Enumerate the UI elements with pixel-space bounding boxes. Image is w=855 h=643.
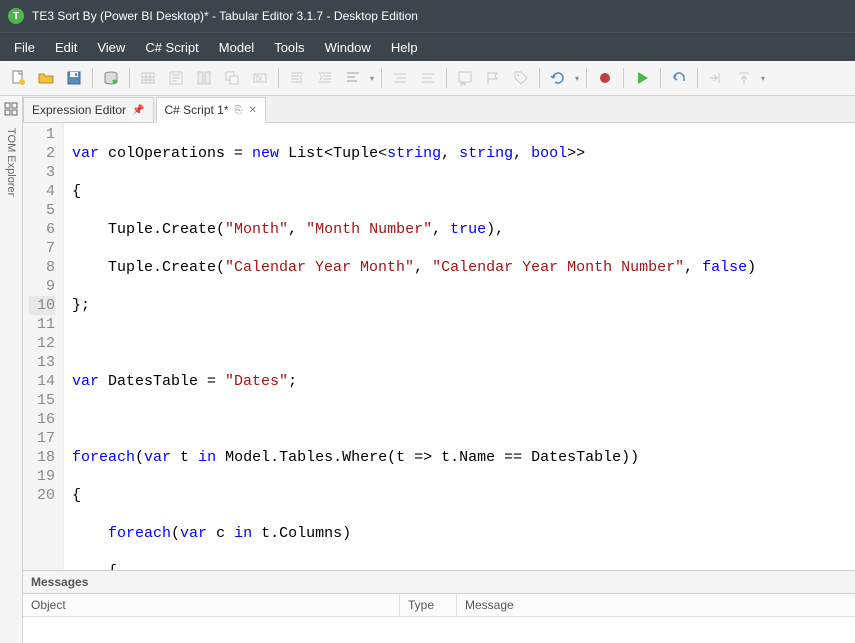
script-button[interactable] (162, 64, 190, 92)
menu-tools[interactable]: Tools (264, 36, 314, 59)
menu-model[interactable]: Model (209, 36, 264, 59)
menu-cscript[interactable]: C# Script (135, 36, 208, 59)
step-dropdown[interactable]: ▾ (758, 74, 768, 83)
toolbar: fx ▾ ▾ ▾ (0, 61, 855, 96)
bookmark-button[interactable] (451, 64, 479, 92)
explorer-icon[interactable] (4, 102, 18, 116)
app-logo-icon: T (8, 8, 24, 24)
menu-help[interactable]: Help (381, 36, 428, 59)
copy-button[interactable] (218, 64, 246, 92)
close-icon[interactable]: ✕ (249, 105, 257, 116)
col-type[interactable]: Type (400, 594, 457, 616)
pin-icon[interactable]: ⎘ (235, 105, 243, 116)
messages-body (23, 617, 855, 643)
menu-view[interactable]: View (87, 36, 135, 59)
menu-file[interactable]: File (4, 36, 45, 59)
new-button[interactable] (4, 64, 32, 92)
side-panel: TOM Explorer (0, 96, 23, 643)
messages-panel: Messages Object Type Message (23, 570, 855, 643)
pivot-button[interactable] (190, 64, 218, 92)
refresh-dropdown[interactable]: ▾ (572, 74, 582, 83)
messages-columns: Object Type Message (23, 594, 855, 617)
editor-area: Expression Editor 📌 C# Script 1* ⎘ ✕ 123… (23, 96, 855, 643)
tab-strip: Expression Editor 📌 C# Script 1* ⎘ ✕ (23, 96, 855, 123)
window-title: TE3 Sort By (Power BI Desktop)* - Tabula… (32, 9, 418, 23)
outdent-button[interactable] (283, 64, 311, 92)
tab-expression-editor[interactable]: Expression Editor 📌 (23, 97, 154, 122)
comment-button[interactable] (386, 64, 414, 92)
flag-button[interactable] (479, 64, 507, 92)
menu-window[interactable]: Window (315, 36, 381, 59)
run-button[interactable] (628, 64, 656, 92)
line-gutter: 1234567891011121314151617181920 (23, 123, 64, 570)
tab-label: Expression Editor (32, 103, 126, 117)
code-content[interactable]: var colOperations = new List<Tuple<strin… (64, 123, 855, 570)
open-button[interactable] (32, 64, 60, 92)
save-button[interactable] (60, 64, 88, 92)
format-dropdown[interactable]: ▾ (367, 74, 377, 83)
code-editor[interactable]: 1234567891011121314151617181920 var colO… (23, 123, 855, 570)
title-bar: T TE3 Sort By (Power BI Desktop)* - Tabu… (0, 0, 855, 32)
col-object[interactable]: Object (23, 594, 400, 616)
tom-explorer-tab[interactable]: TOM Explorer (5, 124, 17, 200)
svg-text:fx: fx (256, 74, 262, 83)
menu-edit[interactable]: Edit (45, 36, 87, 59)
col-message[interactable]: Message (457, 594, 855, 616)
step-out-button[interactable] (730, 64, 758, 92)
connect-button[interactable] (97, 64, 125, 92)
undo-button[interactable] (665, 64, 693, 92)
tag-button[interactable] (507, 64, 535, 92)
pin-icon[interactable]: 📌 (132, 105, 144, 116)
step-button[interactable] (702, 64, 730, 92)
refresh-button[interactable] (544, 64, 572, 92)
format-button[interactable] (339, 64, 367, 92)
tab-label: C# Script 1* (165, 103, 229, 117)
indent-button[interactable] (311, 64, 339, 92)
messages-header[interactable]: Messages (23, 571, 855, 594)
record-button[interactable] (591, 64, 619, 92)
menu-bar: File Edit View C# Script Model Tools Win… (0, 32, 855, 61)
dax-button[interactable]: fx (246, 64, 274, 92)
tab-csharp-script[interactable]: C# Script 1* ⎘ ✕ (156, 97, 266, 123)
uncomment-button[interactable] (414, 64, 442, 92)
table-button[interactable] (134, 64, 162, 92)
